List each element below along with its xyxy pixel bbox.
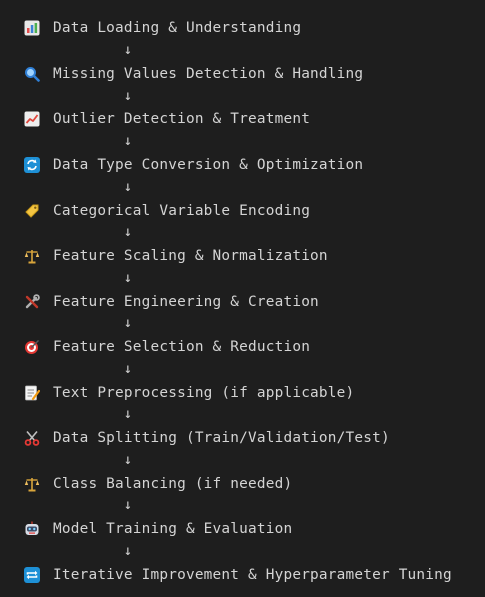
- down-arrow: ↓: [123, 179, 133, 195]
- repeat-icon: [24, 567, 40, 583]
- step-label: Class Balancing (if needed): [53, 476, 293, 492]
- pipeline-step: Model Training & Evaluation: [24, 518, 292, 540]
- step-label: Data Loading & Understanding: [53, 20, 302, 36]
- magnifier-icon: [24, 66, 40, 82]
- bar-chart-icon: [24, 20, 40, 36]
- down-arrow: ↓: [123, 224, 133, 240]
- pipeline-step: Missing Values Detection & Handling: [24, 63, 363, 85]
- step-label: Data Splitting (Train/Validation/Test): [53, 430, 390, 446]
- down-arrow: ↓: [123, 42, 133, 58]
- step-label: Outlier Detection & Treatment: [53, 111, 311, 127]
- memo-icon: [24, 385, 40, 401]
- scissors-icon: [24, 430, 40, 446]
- refresh-icon: [24, 157, 40, 173]
- pipeline-step: Data Splitting (Train/Validation/Test): [24, 427, 390, 449]
- pipeline-step: Iterative Improvement & Hyperparameter T…: [24, 564, 452, 586]
- down-arrow: ↓: [123, 452, 133, 468]
- tag-icon: [24, 203, 40, 219]
- pipeline-step: Feature Selection & Reduction: [24, 336, 310, 358]
- down-arrow: ↓: [123, 497, 133, 513]
- pipeline-step: Outlier Detection & Treatment: [24, 108, 310, 130]
- target-icon: [24, 339, 40, 355]
- step-label: Feature Engineering & Creation: [53, 294, 319, 310]
- step-label: Text Preprocessing (if applicable): [53, 385, 355, 401]
- pipeline-step: Feature Engineering & Creation: [24, 291, 319, 313]
- pipeline-step: Text Preprocessing (if applicable): [24, 382, 354, 404]
- down-arrow: ↓: [123, 315, 133, 331]
- tools-icon: [24, 294, 40, 310]
- pipeline-step: Categorical Variable Encoding: [24, 200, 310, 222]
- robot-icon: [24, 521, 40, 537]
- down-arrow: ↓: [123, 270, 133, 286]
- step-label: Categorical Variable Encoding: [53, 203, 311, 219]
- down-arrow: ↓: [123, 133, 133, 149]
- step-label: Feature Selection & Reduction: [53, 339, 311, 355]
- pipeline-step: Data Loading & Understanding: [24, 17, 301, 39]
- balance-scale-icon: [24, 248, 40, 264]
- trend-chart-icon: [24, 111, 40, 127]
- down-arrow: ↓: [123, 361, 133, 377]
- step-label: Missing Values Detection & Handling: [53, 66, 364, 82]
- step-label: Feature Scaling & Normalization: [53, 248, 328, 264]
- pipeline-step: Feature Scaling & Normalization: [24, 245, 328, 267]
- balance-scale-icon: [24, 476, 40, 492]
- down-arrow: ↓: [123, 406, 133, 422]
- pipeline-step: Data Type Conversion & Optimization: [24, 154, 363, 176]
- pipeline-step: Class Balancing (if needed): [24, 473, 292, 495]
- down-arrow: ↓: [123, 543, 133, 559]
- step-label: Iterative Improvement & Hyperparameter T…: [53, 567, 452, 583]
- step-label: Model Training & Evaluation: [53, 521, 293, 537]
- down-arrow: ↓: [123, 88, 133, 104]
- step-label: Data Type Conversion & Optimization: [53, 157, 364, 173]
